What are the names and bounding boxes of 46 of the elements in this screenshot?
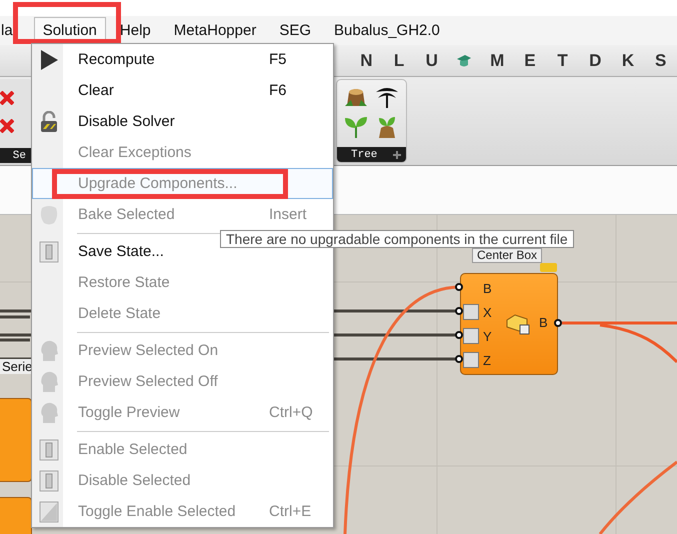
message-icon — [540, 263, 557, 272]
plus-icon[interactable] — [393, 150, 401, 158]
blob-icon — [38, 204, 58, 226]
tab[interactable]: D — [578, 50, 612, 70]
menu-item[interactable]: la — [0, 17, 22, 44]
component-node[interactable]: B X Y Z B — [460, 273, 558, 375]
input-label: X — [483, 304, 492, 320]
tab[interactable]: S — [644, 50, 677, 70]
menu-item[interactable]: Clear F6 — [32, 75, 288, 106]
tab[interactable]: M — [480, 50, 514, 70]
component-block — [0, 497, 32, 534]
menu-item[interactable]: Save State... — [32, 236, 165, 267]
head-icon — [38, 402, 58, 424]
switch-icon — [38, 240, 58, 262]
menu-item[interactable]: MetaHopper — [164, 17, 266, 44]
tab[interactable]: E — [514, 50, 546, 70]
tab[interactable]: L — [382, 50, 416, 70]
input-label: B — [483, 280, 492, 296]
menu-item[interactable]: SEG — [270, 17, 320, 44]
menu-item[interactable]: Recompute F5 — [32, 44, 288, 75]
lock-icon — [40, 110, 58, 132]
panel-label: Se — [12, 150, 26, 162]
play-icon — [38, 48, 58, 70]
head-icon — [38, 340, 58, 362]
panel-label: Tree — [351, 148, 378, 160]
tab[interactable]: N — [350, 50, 383, 70]
tooltip: There are no upgradable components in the current file — [220, 230, 574, 248]
box-icon — [505, 312, 531, 336]
tab[interactable]: K — [612, 50, 644, 70]
delete-icon[interactable] — [0, 91, 14, 105]
input-label: Y — [483, 328, 492, 344]
cap-icon[interactable] — [456, 54, 472, 68]
tab[interactable]: T — [546, 50, 579, 70]
component-title: Center Box — [472, 248, 542, 263]
switch-icon — [38, 470, 58, 492]
menu-item[interactable]: Disable Solver — [32, 106, 176, 137]
menu-item[interactable]: Bubalus_GH2.0 — [325, 17, 449, 44]
menu-item[interactable]: Help — [110, 17, 160, 44]
delete-icon[interactable] — [0, 119, 14, 133]
toggle-switch-icon — [38, 500, 58, 522]
output-label: B — [539, 315, 548, 330]
sprout-icon[interactable] — [343, 114, 370, 140]
input-label: Z — [483, 352, 491, 368]
head-icon — [38, 370, 58, 392]
tab[interactable]: U — [415, 50, 448, 70]
switch-icon — [38, 438, 58, 460]
